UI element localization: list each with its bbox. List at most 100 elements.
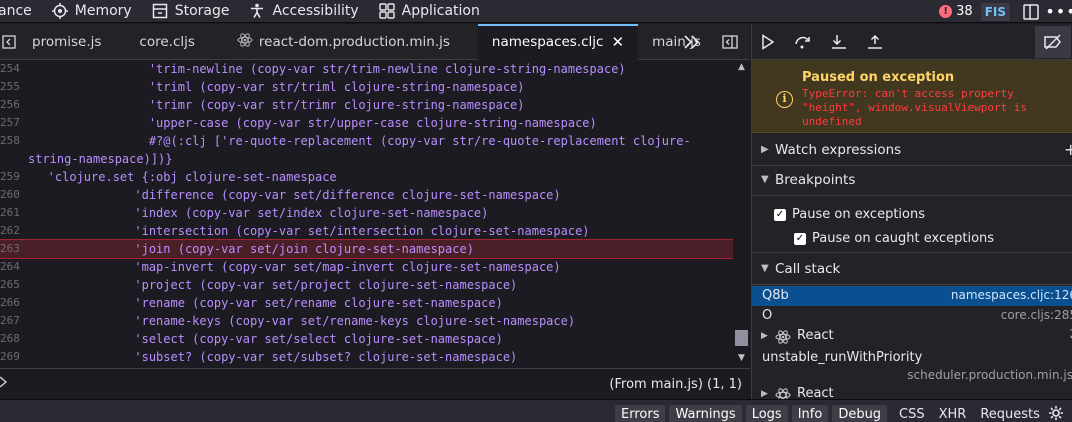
call-stack-header[interactable]: ▼ Call stack <box>752 255 1072 285</box>
code-line: 268 'select (copy-var set/select clojure… <box>0 332 503 346</box>
paused-title: Paused on exception <box>802 70 955 85</box>
debugger-panel: i Paused on exception TypeError: can't a… <box>751 24 1072 399</box>
code-line: 260 'difference (copy-var set/difference… <box>0 188 561 202</box>
code-line: 259 'clojure.set {:obj clojure-set-names… <box>0 170 337 184</box>
stack-frame-group[interactable]: ▶ React 2 <box>752 326 1072 348</box>
frame-location: core.cljs:285 <box>1000 308 1072 322</box>
code-line: 255 'triml (copy-var str/triml clojure-s… <box>0 80 525 94</box>
request-filters: CSS XHR Requests <box>899 405 1054 422</box>
more-icon[interactable]: ••• <box>1045 2 1072 22</box>
tab-label: Memory <box>74 3 132 19</box>
collapse-arrow-icon: ▼ <box>761 263 769 274</box>
frame-location: namespaces.cljc:126 <box>950 288 1072 302</box>
exception-message[interactable]: TypeError: can't access property "height… <box>802 87 1067 129</box>
collapse-arrow-icon: ▼ <box>761 174 769 185</box>
filter-warnings-button[interactable]: Warnings <box>669 405 742 422</box>
cursor-location[interactable]: (From main.js) (1, 1) <box>609 377 742 392</box>
code-line: 254 'trim-newline (copy-var str/trim-new… <box>0 62 626 76</box>
prettify-icon[interactable] <box>0 376 10 391</box>
react-icon <box>237 32 253 52</box>
code-line: 262 'intersection (copy-var set/intersec… <box>0 224 590 238</box>
stack-frame-selected[interactable]: Q8b namespaces.cljc:126 <box>752 286 1072 306</box>
console-filter-bar: Errors Warnings Logs Info Debug CSS XHR … <box>0 399 1072 422</box>
code-line: 258 #?@(:clj ['re-quote-replacement (cop… <box>0 134 691 148</box>
check-icon: ✓ <box>774 208 786 221</box>
pause-on-caught-checkbox[interactable]: ✓ Pause on caught exceptions <box>794 231 994 246</box>
frame-function: O <box>762 308 773 323</box>
editor-tab-label: namespaces.cljc <box>491 33 604 50</box>
filter-debug-button[interactable]: Debug <box>832 405 888 422</box>
expand-arrow-icon: ▶ <box>761 331 768 341</box>
gear-icon[interactable] <box>1048 405 1064 422</box>
scroll-down-icon[interactable]: ▼ <box>736 353 747 364</box>
accessibility-icon <box>249 3 265 19</box>
sources-pane-icon <box>2 34 16 49</box>
stack-frame[interactable]: O core.cljs:285 <box>752 306 1072 326</box>
breakpoints-header[interactable]: ▼ Breakpoints <box>752 166 1072 196</box>
tab-label: Application <box>401 3 480 19</box>
storage-icon <box>152 3 168 19</box>
tab-performance[interactable]: ance <box>0 0 42 22</box>
dock-icon[interactable] <box>1020 2 1042 22</box>
tab-application[interactable]: Application <box>369 0 490 22</box>
tab-storage[interactable]: Storage <box>142 0 240 22</box>
log-level-filters: Errors Warnings Logs Info Debug <box>615 405 891 422</box>
step-out-icon[interactable] <box>866 33 884 51</box>
editor-tab-active[interactable]: namespaces.cljc ✕ <box>477 23 639 60</box>
devtools-toolbar: ance Memory Storage Accessibility Applic… <box>0 0 1072 23</box>
code-line: 261 'index (copy-var set/index clojure-s… <box>0 206 489 220</box>
breakpoints-label: Breakpoints <box>775 172 856 188</box>
code-line-paused: 263 'join (copy-var set/join clojure-set… <box>0 239 733 259</box>
editor-tab[interactable]: main.js <box>638 24 715 60</box>
step-over-icon[interactable] <box>794 33 812 51</box>
filter-errors-button[interactable]: Errors <box>615 405 666 422</box>
watch-expressions-label: Watch expressions <box>775 142 902 158</box>
code-line: 257 'upper-case (copy-var str/upper-case… <box>0 116 597 130</box>
watch-expressions-header[interactable]: ▶ Watch expressions + <box>752 136 1072 166</box>
code-line: 267 'rename-keys (copy-var set/rename-ke… <box>0 314 576 328</box>
scroll-up-icon[interactable]: ▲ <box>736 62 747 73</box>
expand-arrow-icon: ▶ <box>761 389 768 399</box>
resume-icon[interactable] <box>759 33 777 51</box>
pause-on-exceptions-checkbox[interactable]: ✓ Pause on exceptions <box>774 207 925 222</box>
tab-accessibility[interactable]: Accessibility <box>239 0 368 22</box>
toggle-sidebar-icon[interactable] <box>722 24 738 60</box>
filter-requests-button[interactable]: Requests <box>980 405 1040 422</box>
stack-frame-location: scheduler.production.min.js: <box>752 366 1072 384</box>
filter-xhr-button[interactable]: XHR <box>939 405 967 422</box>
deactivate-breakpoints-icon[interactable] <box>1035 26 1071 58</box>
filter-info-button[interactable]: Info <box>791 405 829 422</box>
editor-tab-label: react-dom.production.min.js <box>258 33 450 50</box>
frame-group-label: React <box>797 328 834 343</box>
tab-label: Storage <box>174 3 230 19</box>
editor-tab[interactable]: core.cljs <box>115 24 209 60</box>
step-in-icon[interactable] <box>830 33 848 51</box>
add-watch-icon[interactable]: + <box>1064 140 1072 159</box>
code-editor[interactable]: 254 'trim-newline (copy-var str/trim-new… <box>0 60 733 368</box>
code-line: 269 'subset? (copy-var set/subset? cloju… <box>0 350 518 364</box>
stack-frame-group[interactable]: ▶ React <box>752 384 1072 399</box>
close-icon[interactable]: ✕ <box>611 33 624 51</box>
sources-toggle[interactable] <box>0 24 22 60</box>
expand-arrow-icon: ▶ <box>761 144 769 155</box>
editor-tab-label: core.cljs <box>139 33 195 50</box>
fis-badge[interactable]: FIS <box>980 2 1010 21</box>
tab-overflow-icon[interactable] <box>683 24 701 60</box>
pause-on-exceptions-label: Pause on exceptions <box>792 207 925 222</box>
filter-logs-button[interactable]: Logs <box>745 405 788 422</box>
info-icon: i <box>776 91 793 108</box>
stack-frame[interactable]: unstable_runWithPriority <box>752 348 1072 366</box>
code-line: 256 'trimr (copy-var str/trimr clojure-s… <box>0 98 525 112</box>
editor-tab[interactable]: promise.js <box>22 24 115 60</box>
react-icon <box>774 329 792 349</box>
error-count-badge[interactable]: ! 38 <box>939 4 973 19</box>
code-scrollbar[interactable]: ▲ ▼ <box>733 60 750 368</box>
tab-memory[interactable]: Memory <box>42 0 142 22</box>
paused-on-exception-banner: i Paused on exception TypeError: can't a… <box>752 60 1072 133</box>
scrollbar-thumb[interactable] <box>735 330 748 346</box>
editor-footer: (From main.js) (1, 1) <box>0 368 750 398</box>
filter-css-button[interactable]: CSS <box>899 405 925 422</box>
code-line-wrapped: string-namespace)])} <box>28 152 173 166</box>
editor-tab[interactable]: react-dom.production.min.js <box>209 24 464 60</box>
frame-function: Q8b <box>762 288 789 303</box>
